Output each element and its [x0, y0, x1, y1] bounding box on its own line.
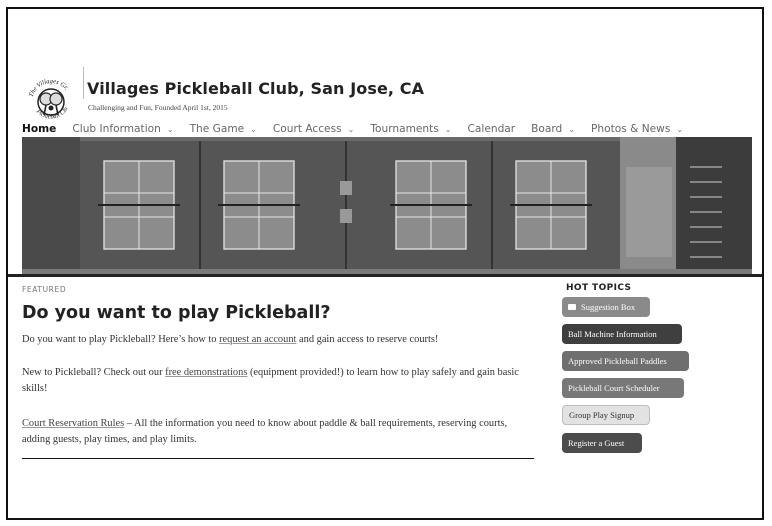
nav-item-label: Court Access — [272, 123, 342, 135]
court-reservation-rules-link[interactable]: Court Reservation Rules — [22, 418, 124, 429]
button-label: Approved Pickleball Paddles — [568, 356, 667, 366]
button-label: Ball Machine Information — [568, 329, 657, 339]
register-guest-button[interactable]: Register a Guest — [562, 433, 642, 453]
button-label: Suggestion Box — [581, 302, 636, 312]
paragraph-text: New to Pickleball? Check out our — [22, 367, 166, 378]
nav-item-calendar[interactable]: Calendar — [468, 123, 516, 135]
club-logo[interactable]: The Villages Gr. Pickleball Club — [20, 70, 80, 129]
nav-item-label: Club Information — [72, 123, 161, 135]
court-scheduler-button[interactable]: Pickleball Court Scheduler — [562, 378, 684, 398]
post-title[interactable]: Do you want to play Pickleball? — [22, 303, 330, 323]
nav-item-photos-news[interactable]: Photos & News ⌄ — [591, 123, 683, 135]
nav-item-court-access[interactable]: Court Access ⌄ — [273, 123, 354, 135]
free-demonstrations-link[interactable]: free demonstrations — [165, 367, 247, 378]
nav-item-the-game[interactable]: The Game ⌄ — [190, 123, 257, 135]
nav-item-board[interactable]: Board ⌄ — [531, 123, 575, 135]
nav-item-club-information[interactable]: Club Information ⌄ — [72, 123, 173, 135]
branding-divider — [83, 67, 84, 99]
main-navigation: Home Club Information ⌄ The Game ⌄ Court A… — [22, 123, 699, 135]
browser-frame: The Villages Gr. Pickleball Club Village… — [6, 7, 764, 520]
chevron-down-icon: ⌄ — [166, 124, 174, 134]
chevron-down-icon: ⌄ — [347, 124, 355, 134]
envelope-icon — [568, 304, 576, 310]
nav-item-label: Calendar — [467, 123, 516, 135]
paragraph-text: Do you want to play Pickleball? Here’s h… — [22, 334, 220, 345]
nav-item-label: Board — [531, 123, 563, 135]
nav-item-tournaments[interactable]: Tournaments ⌄ — [370, 123, 451, 135]
chevron-down-icon: ⌄ — [676, 124, 684, 134]
nav-item-label: The Game — [189, 123, 245, 135]
hero-courts-image — [22, 137, 752, 274]
paragraph-text: and gain access to reserve courts! — [296, 334, 439, 345]
ball-machine-information-button[interactable]: Ball Machine Information — [562, 324, 682, 344]
post-paragraph-2: New to Pickleball? Check out our free de… — [22, 365, 522, 397]
content-bottom-rule — [22, 458, 534, 459]
nav-item-home[interactable]: Home — [22, 123, 56, 135]
post-paragraph-3: Court Reservation Rules – All the inform… — [22, 416, 522, 448]
button-label: Group Play Signup — [569, 410, 635, 420]
button-label: Pickleball Court Scheduler — [568, 383, 660, 393]
chevron-down-icon: ⌄ — [568, 124, 575, 134]
suggestion-box-button[interactable]: Suggestion Box — [562, 297, 650, 317]
site-branding: The Villages Gr. Pickleball Club — [20, 70, 80, 129]
section-divider — [8, 274, 762, 277]
request-account-link[interactable]: request an account — [219, 334, 296, 345]
chevron-down-icon: ⌄ — [250, 124, 257, 134]
post-paragraph-1: Do you want to play Pickleball? Here’s h… — [22, 332, 542, 348]
nav-item-label: Photos & News — [590, 123, 671, 135]
nav-item-label: Home — [22, 123, 57, 135]
group-play-signup-button[interactable]: Group Play Signup — [562, 405, 650, 425]
post-category[interactable]: FEATURED — [22, 285, 66, 294]
approved-paddles-button[interactable]: Approved Pickleball Paddles — [562, 351, 689, 371]
site-tagline: Challenging and Fun, Founded April 1st, … — [88, 103, 228, 112]
nav-item-label: Tournaments — [370, 123, 439, 135]
button-label: Register a Guest — [568, 438, 625, 448]
site-title[interactable]: Villages Pickleball Club, San Jose, CA — [87, 79, 424, 98]
hot-topics-heading: HOT TOPICS — [566, 283, 632, 293]
chevron-down-icon: ⌄ — [444, 124, 452, 134]
